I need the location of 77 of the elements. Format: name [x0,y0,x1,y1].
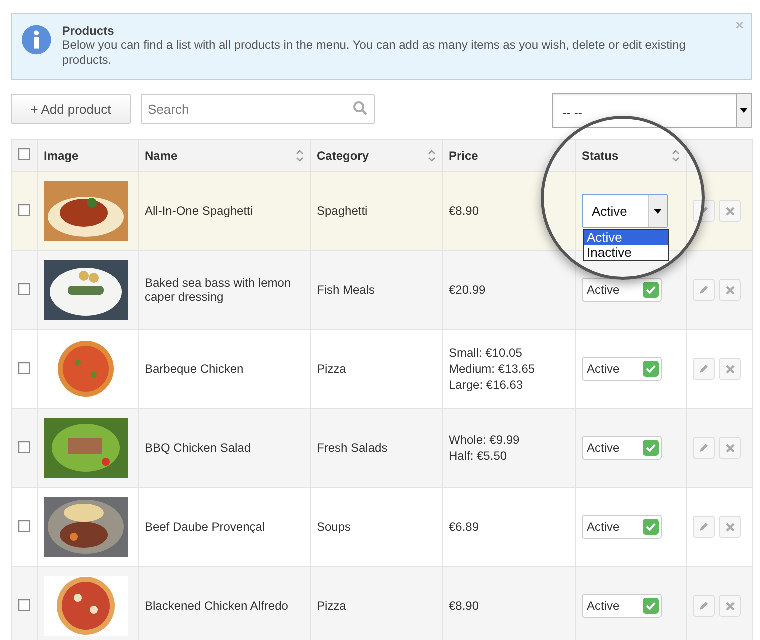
product-name: Blackened Chicken Alfredo [145,599,288,613]
price-line: €8.90 [449,203,480,219]
sort-icon[interactable] [428,150,436,162]
check-icon [646,365,656,373]
price-line: €6.89 [449,519,480,535]
status-label: Active [587,441,620,455]
status-label: Active [587,520,620,534]
price-line: Medium: €13.65 [449,361,536,377]
row-checkbox[interactable] [18,362,30,374]
pencil-icon [699,285,709,295]
product-name: Beef Daube Provençal [145,520,266,534]
close-icon [726,286,734,294]
pencil-icon [699,522,709,532]
row-checkbox[interactable] [18,440,30,452]
price-line: Small: €10.05 [449,345,524,361]
delete-button[interactable] [719,279,741,301]
status-toggle[interactable]: Active [582,594,662,618]
check-icon [646,286,656,294]
check-icon [646,602,656,610]
info-icon [21,24,52,56]
delete-button[interactable] [719,437,741,459]
product-category: Soups [317,520,352,534]
notice-title: Products [62,24,116,38]
row-checkbox[interactable] [18,598,30,610]
product-category: Pizza [317,599,346,613]
column-header[interactable]: Name [145,148,178,162]
caret-icon [654,208,662,214]
product-category: Pizza [317,362,346,376]
caret-icon [740,108,748,113]
search-field[interactable]: Search [141,94,375,124]
delete-button[interactable] [719,358,741,380]
row-checkbox[interactable] [18,282,30,294]
notice-text: Below you can find a list with all products in the menu. You can add as many items as you wish, delete or edit existing products. [62,38,687,68]
close-icon [726,522,734,532]
column-header: Price [449,148,478,162]
price-line: Half: €5.50 [449,448,508,464]
delete-button[interactable] [719,516,741,538]
close-icon [726,206,734,216]
sort-icon[interactable] [296,150,304,162]
price-line: Large: €16.63 [449,377,524,393]
column-header[interactable]: Status [582,148,619,162]
product-category: Spaghetti [317,204,368,218]
filter-select[interactable]: -- -- [552,93,752,128]
status-toggle[interactable]: Active [582,278,662,302]
search-icon[interactable] [353,101,368,116]
price-line: Whole: €9.99 [449,432,521,448]
status-label: Active [587,362,620,376]
status-toggle[interactable]: Active [582,436,662,460]
status-label: Active [587,283,620,297]
status-toggle[interactable]: Active [582,357,662,381]
product-name: BBQ Chicken Salad [145,441,252,455]
product-name: Baked sea bass with lemon caper dressing [145,276,292,304]
pencil-icon [699,364,709,374]
column-header[interactable]: Category [317,148,370,162]
product-name: All-In-One Spaghetti [145,204,254,218]
price-line: €20.99 [449,282,487,298]
pencil-icon [699,443,709,453]
status-option[interactable]: Active [584,230,668,245]
pencil-icon [699,601,709,611]
row-checkbox[interactable] [18,520,30,532]
delete-button[interactable] [719,595,741,617]
status-label: Active [587,599,620,613]
close-icon [726,364,734,374]
row-checkbox[interactable] [18,204,30,216]
product-name: Barbeque Chicken [145,362,244,376]
product-category: Fresh Salads [317,441,388,455]
sort-icon[interactable] [672,150,680,162]
add-product-button[interactable]: + Add product [11,94,131,124]
price-line: €8.90 [449,598,480,614]
column-header: Image [44,148,79,162]
select-all-checkbox[interactable] [18,148,30,160]
close-icon [726,602,734,610]
check-icon [646,444,656,452]
close-icon [726,444,734,452]
status-toggle[interactable]: Active [582,515,662,539]
product-category: Fish Meals [317,283,376,297]
check-icon [646,523,656,531]
